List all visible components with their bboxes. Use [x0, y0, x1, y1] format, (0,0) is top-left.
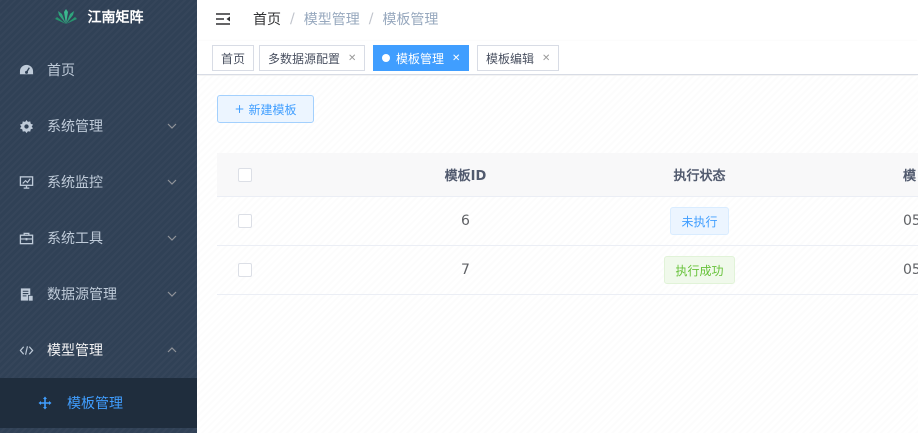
- table-header: 模板ID 执行状态 模: [217, 153, 918, 197]
- navbar: 首页 / 模型管理 / 模板管理: [197, 0, 918, 38]
- active-dot-icon: [382, 54, 390, 62]
- close-icon[interactable]: ✕: [348, 53, 356, 64]
- column-header[interactable]: 执行状态: [587, 153, 812, 196]
- hamburger-menu-icon[interactable]: [215, 11, 231, 27]
- breadcrumb-item: 模板管理: [382, 12, 439, 28]
- dashboard-icon: [18, 62, 34, 78]
- tag-label: 首页: [221, 51, 246, 66]
- sidebar-subitem-label: 模板管理: [67, 396, 123, 412]
- chevron-down-icon: [167, 235, 177, 241]
- select-all-checkbox[interactable]: [238, 167, 252, 182]
- gear-icon: [18, 118, 34, 134]
- sidebar-subitem-template[interactable]: 模板管理: [0, 378, 197, 428]
- chevron-down-icon: [167, 123, 177, 129]
- monitor-icon: [18, 174, 34, 190]
- plus-icon: +: [234, 102, 245, 116]
- tag-template-manage[interactable]: 模板管理 ✕: [373, 45, 470, 71]
- sidebar-item-model[interactable]: 模型管理: [0, 322, 197, 378]
- tag-multi-datasource[interactable]: 多数据源配置 ✕: [259, 45, 366, 71]
- truncated-cell: 05: [903, 213, 918, 229]
- tag-template-edit[interactable]: 模板编辑 ✕: [477, 45, 560, 71]
- chevron-down-icon: [167, 291, 177, 297]
- column-header[interactable]: 模板ID: [353, 153, 578, 196]
- chevron-down-icon: [167, 179, 177, 185]
- chevron-up-icon: [167, 347, 177, 353]
- template-table: 模板ID 执行状态 模 6 未执行 05 7 执行成功 05: [217, 153, 918, 295]
- tag-home[interactable]: 首页: [212, 45, 255, 71]
- database-icon: [18, 286, 34, 302]
- main-content: + 新建模板 模板ID 执行状态 模 6 未执行 05 7 执行成功 05: [197, 76, 918, 433]
- tag-label: 多数据源配置: [268, 51, 341, 66]
- breadcrumb-separator: /: [368, 11, 374, 27]
- app-logo[interactable]: 江南矩阵: [0, 0, 197, 34]
- table-row[interactable]: 7 执行成功 05: [217, 246, 918, 295]
- breadcrumb-separator: /: [290, 11, 295, 27]
- new-template-button[interactable]: + 新建模板: [217, 95, 314, 123]
- sidebar-item-label: 系统工具: [47, 231, 103, 247]
- tag-label: 模板管理: [396, 51, 445, 66]
- breadcrumb-item: 模型管理: [303, 12, 360, 28]
- tags-view: 首页 多数据源配置 ✕ 模板管理 ✕ 模板编辑 ✕: [197, 41, 918, 75]
- status-badge: 执行成功: [664, 256, 735, 284]
- template-id-cell: 7: [461, 262, 470, 278]
- app-title: 江南矩阵: [87, 10, 144, 26]
- breadcrumb-item[interactable]: 首页: [253, 9, 281, 29]
- tag-label: 模板编辑: [486, 51, 535, 66]
- sidebar-item-label: 系统监控: [47, 175, 103, 191]
- sidebar-item-home[interactable]: 首页: [0, 42, 197, 98]
- row-checkbox[interactable]: [238, 263, 252, 277]
- sidebar-item-monitor[interactable]: 系统监控: [0, 154, 197, 210]
- code-icon: [18, 342, 34, 358]
- sidebar-item-datasource[interactable]: 数据源管理: [0, 266, 197, 322]
- template-id-cell: 6: [461, 213, 470, 229]
- lotus-logo-icon: [54, 9, 77, 24]
- sidebar: 江南矩阵 首页 系统管理 系统监控 系统工具 数据源管理 模型管理 模板管理: [0, 0, 197, 433]
- row-checkbox[interactable]: [238, 214, 252, 228]
- table-row[interactable]: 6 未执行 05: [217, 197, 918, 246]
- toolbox-icon: [18, 230, 34, 246]
- close-icon[interactable]: ✕: [542, 53, 550, 64]
- sidebar-item-label: 数据源管理: [47, 287, 117, 303]
- move-icon: [37, 395, 53, 411]
- sidebar-item-label: 系统管理: [47, 119, 103, 135]
- sidebar-item-tools[interactable]: 系统工具: [0, 210, 197, 266]
- sidebar-item-label: 模型管理: [47, 343, 103, 359]
- close-icon[interactable]: ✕: [452, 53, 460, 64]
- truncated-cell: 05: [903, 262, 918, 278]
- sidebar-item-system[interactable]: 系统管理: [0, 98, 197, 154]
- column-header[interactable]: 模: [903, 153, 918, 196]
- sidebar-item-label: 首页: [47, 63, 75, 79]
- status-badge: 未执行: [670, 207, 729, 235]
- new-template-label: 新建模板: [248, 102, 297, 117]
